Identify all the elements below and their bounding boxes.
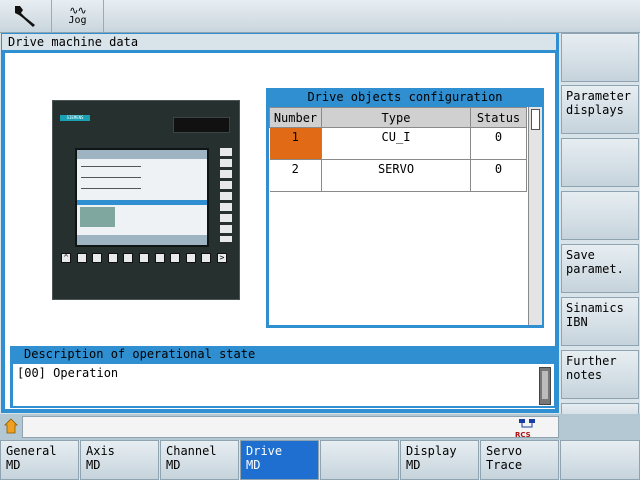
panel-key-up: ^ — [61, 253, 71, 263]
vsoftkey-3[interactable] — [561, 138, 639, 187]
parameter-displays-softkey[interactable]: Parameter displays — [561, 85, 639, 134]
home-icon[interactable] — [4, 418, 18, 434]
panel-screen — [75, 148, 209, 247]
panel-brand-logo: SIEMENS — [60, 115, 90, 121]
cell-type[interactable]: SERVO — [321, 159, 471, 192]
cell-status[interactable]: 0 — [470, 127, 527, 160]
status-bar: RCS — [0, 414, 640, 440]
table-row[interactable]: 2 SERVO 0 — [269, 159, 527, 192]
top-bar: ∿∿ Jog — [0, 0, 640, 33]
save-parameters-softkey[interactable]: Save paramet. — [561, 244, 639, 293]
message-line — [22, 416, 559, 438]
panel-side-keys — [220, 148, 232, 242]
col-header-number[interactable]: Number — [269, 107, 322, 128]
jog-button[interactable]: ∿∿ Jog — [52, 0, 104, 32]
col-header-status[interactable]: Status — [470, 107, 527, 128]
config-scrollbar[interactable] — [528, 107, 542, 325]
channel-md-softkey[interactable]: Channel MD — [160, 440, 239, 480]
vsoftkey-1[interactable] — [561, 33, 639, 82]
drive-objects-config-panel: Drive objects configuration Number Type … — [266, 88, 544, 328]
horizontal-softkey-bar: General MD Axis MD Channel MD Drive MD D… — [0, 440, 640, 480]
cell-number[interactable]: 1 — [269, 127, 322, 160]
window-body: SIEMENS ^ > Drive objects configuration … — [5, 53, 557, 409]
further-notes-softkey[interactable]: Further notes — [561, 350, 639, 399]
sinamics-ibn-softkey[interactable]: Sinamics IBN — [561, 297, 639, 346]
vertical-softkey-bar: Parameter displays Save paramet. Sinamic… — [561, 33, 639, 425]
config-table: Number Type Status 1 CU_I 0 2 SERVO 0 — [269, 107, 527, 192]
panel-slot — [173, 117, 230, 133]
panel-key-right: > — [216, 253, 227, 263]
drive-machine-data-window: Drive machine data SIEMENS ^ > Drive obj… — [1, 33, 559, 413]
hsoftkey-5[interactable] — [320, 440, 399, 480]
hsoftkey-8[interactable] — [560, 440, 640, 480]
description-title: Description of operational state — [24, 347, 256, 361]
description-scrollbar[interactable] — [539, 367, 551, 405]
operator-panel-image: SIEMENS ^ > — [52, 100, 240, 300]
operational-state-panel: Description of operational state [00] Op… — [10, 346, 557, 408]
cell-number[interactable]: 2 — [269, 159, 322, 192]
cell-status[interactable]: 0 — [470, 159, 527, 192]
jog-label: Jog — [68, 15, 87, 26]
col-header-type[interactable]: Type — [321, 107, 471, 128]
panel-key-row: ^ > — [61, 253, 227, 264]
servo-trace-softkey[interactable]: Servo Trace — [480, 440, 559, 480]
window-title: Drive machine data — [1, 33, 557, 51]
config-title: Drive objects configuration — [307, 90, 503, 104]
display-md-softkey[interactable]: Display MD — [400, 440, 479, 480]
network-icon: RCS — [515, 419, 543, 439]
wrench-icon[interactable] — [0, 0, 52, 32]
axis-md-softkey[interactable]: Axis MD — [80, 440, 159, 480]
cell-type[interactable]: CU_I — [321, 127, 471, 160]
general-md-softkey[interactable]: General MD — [0, 440, 79, 480]
description-text: [00] Operation — [17, 366, 119, 380]
vsoftkey-4[interactable] — [561, 191, 639, 240]
table-row[interactable]: 1 CU_I 0 — [269, 127, 527, 160]
drive-md-softkey[interactable]: Drive MD — [240, 440, 319, 480]
network-label: RCS — [515, 431, 531, 439]
